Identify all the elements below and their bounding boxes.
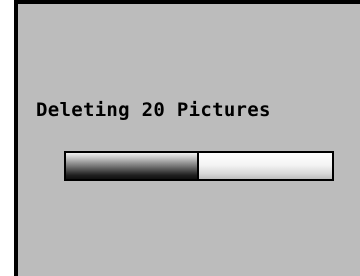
- progress-dialog: Deleting 20 Pictures: [14, 0, 360, 276]
- status-message: Deleting 20 Pictures: [36, 99, 271, 121]
- screen: Deleting 20 Pictures: [0, 0, 360, 276]
- progress-bar: [64, 151, 334, 181]
- progress-bar-fill: [66, 153, 199, 179]
